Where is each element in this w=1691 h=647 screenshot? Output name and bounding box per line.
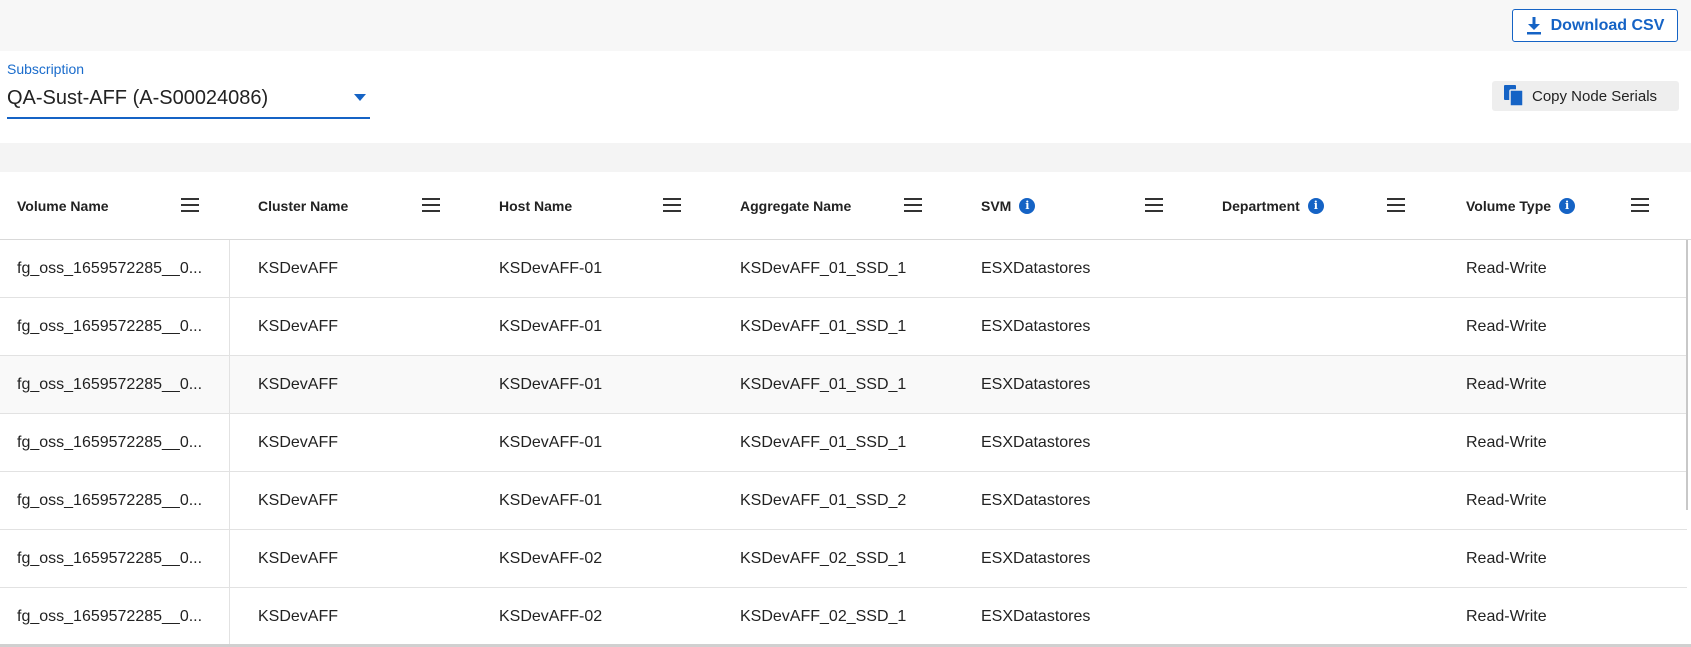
cell-host-name: KSDevAFF-01 (499, 434, 603, 451)
vertical-scrollbar[interactable] (1686, 240, 1688, 510)
cell-volume-type: Read-Write (1466, 318, 1547, 335)
column-header-cluster-name[interactable]: Cluster Name (258, 172, 348, 240)
cell-cluster-name: KSDevAFF (258, 550, 339, 567)
column-header-volume-name[interactable]: Volume Name (17, 172, 109, 240)
column-menu-icon[interactable] (663, 198, 681, 212)
subscription-label: Subscription (7, 61, 85, 77)
cell-cluster-name: KSDevAFF (258, 608, 339, 625)
cell-cluster-name: KSDevAFF (258, 434, 339, 451)
subscription-value: QA-Sust-AFF (A-S00024086) (7, 87, 269, 109)
column-header-label: Cluster Name (258, 198, 349, 214)
cell-volume-type: Read-Write (1466, 376, 1547, 393)
cell-volume-name: fg_oss_1659572285__0... (17, 608, 203, 625)
cell-cluster-name: KSDevAFF (258, 260, 339, 277)
column-menu-icon[interactable] (1631, 198, 1649, 212)
cell-aggregate-name: KSDevAFF_01_SSD_1 (740, 376, 907, 393)
column-header-volume-type[interactable]: Volume Type i (1466, 172, 1576, 240)
copy-icon (1504, 85, 1524, 107)
cell-cluster-name: KSDevAFF (258, 376, 339, 393)
cell-volume-name: fg_oss_1659572285__0... (17, 260, 203, 277)
cell-aggregate-name: KSDevAFF_02_SSD_1 (740, 550, 907, 567)
volumes-table: Volume Name Cluster Name Host Name Aggregat… (0, 172, 1691, 647)
table-row[interactable]: fg_oss_1659572285__0... KSDevAFF KSDevAFF-… (0, 530, 1687, 588)
cell-svm: ESXDatastores (981, 550, 1091, 567)
info-icon[interactable]: i (1559, 198, 1576, 214)
cell-svm: ESXDatastores (981, 434, 1091, 451)
cell-volume-type: Read-Write (1466, 492, 1547, 509)
cell-aggregate-name: KSDevAFF_01_SSD_1 (740, 434, 907, 451)
column-header-label: Aggregate Name (740, 198, 852, 214)
top-toolbar (0, 0, 1691, 51)
column-header-label: Volume Type (1466, 198, 1552, 214)
cell-volume-name: fg_oss_1659572285__0... (17, 434, 203, 451)
table-row[interactable]: fg_oss_1659572285__0... KSDevAFF KSDevAFF-… (0, 472, 1687, 530)
table-row[interactable]: fg_oss_1659572285__0... KSDevAFF KSDevAFF-… (0, 240, 1687, 298)
section-divider-band (0, 143, 1691, 172)
column-header-svm[interactable]: SVM i (981, 172, 1036, 240)
cell-volume-type: Read-Write (1466, 608, 1547, 625)
cell-host-name: KSDevAFF-01 (499, 376, 603, 393)
cell-volume-name: fg_oss_1659572285__0... (17, 492, 203, 509)
cell-aggregate-name: KSDevAFF_01_SSD_1 (740, 260, 907, 277)
column-header-label: SVM (981, 198, 1012, 214)
download-csv-button[interactable]: Download CSV (1512, 9, 1678, 42)
cell-svm: ESXDatastores (981, 260, 1091, 277)
cell-aggregate-name: KSDevAFF_02_SSD_1 (740, 608, 907, 625)
table-row[interactable]: fg_oss_1659572285__0... KSDevAFF KSDevAFF-… (0, 588, 1687, 646)
cell-svm: ESXDatastores (981, 608, 1091, 625)
cell-host-name: KSDevAFF-02 (499, 550, 603, 567)
download-icon (1526, 16, 1541, 34)
cell-volume-type: Read-Write (1466, 260, 1547, 277)
cell-aggregate-name: KSDevAFF_01_SSD_1 (740, 318, 907, 335)
cell-svm: ESXDatastores (981, 492, 1091, 509)
cell-volume-name: fg_oss_1659572285__0... (17, 550, 203, 567)
table-row[interactable]: fg_oss_1659572285__0... KSDevAFF KSDevAFF-… (0, 414, 1687, 472)
copy-node-serials-button[interactable]: Copy Node Serials (1492, 81, 1679, 111)
cell-volume-type: Read-Write (1466, 550, 1547, 567)
table-row[interactable]: fg_oss_1659572285__0... KSDevAFF KSDevAFF-… (0, 356, 1687, 414)
column-menu-icon[interactable] (1145, 198, 1163, 212)
table-row[interactable]: fg_oss_1659572285__0... KSDevAFF KSDevAFF-… (0, 298, 1687, 356)
cell-volume-name: fg_oss_1659572285__0... (17, 376, 203, 393)
column-header-aggregate-name[interactable]: Aggregate Name (740, 172, 851, 240)
info-icon[interactable]: i (1019, 198, 1036, 214)
column-divider (229, 240, 230, 647)
column-menu-icon[interactable] (1387, 198, 1405, 212)
column-menu-icon[interactable] (181, 198, 199, 212)
cell-host-name: KSDevAFF-02 (499, 608, 603, 625)
column-header-label: Department (1222, 198, 1300, 214)
cell-cluster-name: KSDevAFF (258, 492, 339, 509)
caret-down-icon (354, 94, 366, 101)
cell-host-name: KSDevAFF-01 (499, 318, 603, 335)
cell-volume-name: fg_oss_1659572285__0... (17, 318, 203, 335)
cell-host-name: KSDevAFF-01 (499, 260, 603, 277)
column-header-label: Volume Name (17, 198, 109, 214)
copy-node-serials-label: Copy Node Serials (1532, 87, 1658, 105)
info-icon[interactable]: i (1307, 198, 1324, 214)
column-menu-icon[interactable] (904, 198, 922, 212)
column-header-label: Host Name (499, 198, 573, 214)
column-header-host-name[interactable]: Host Name (499, 172, 572, 240)
cell-svm: ESXDatastores (981, 318, 1091, 335)
cell-svm: ESXDatastores (981, 376, 1091, 393)
column-header-department[interactable]: Department i (1222, 172, 1324, 240)
download-csv-label: Download CSV (1550, 16, 1665, 34)
cell-aggregate-name: KSDevAFF_01_SSD_2 (740, 492, 907, 509)
subscription-select[interactable]: QA-Sust-AFF (A-S00024086) (7, 82, 370, 119)
cell-volume-type: Read-Write (1466, 434, 1547, 451)
cell-host-name: KSDevAFF-01 (499, 492, 603, 509)
column-menu-icon[interactable] (422, 198, 440, 212)
cell-cluster-name: KSDevAFF (258, 318, 339, 335)
